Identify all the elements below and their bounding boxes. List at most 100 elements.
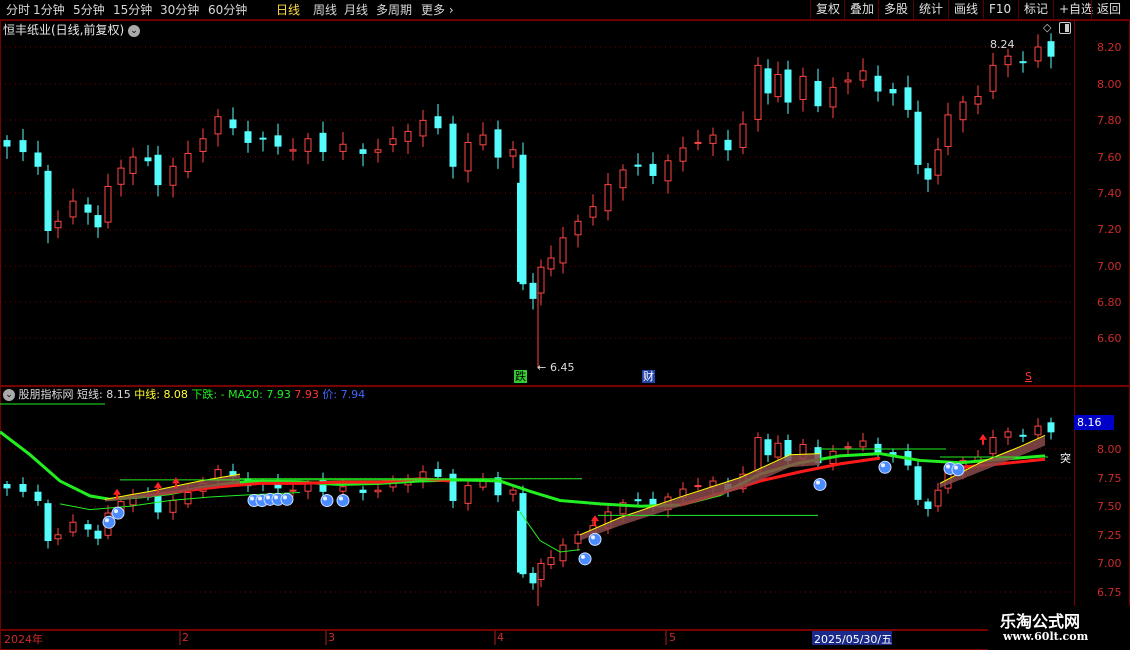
ind-candle-body (389, 482, 397, 488)
toolbar-button-8[interactable]: 返回 (1091, 0, 1126, 20)
ind-candle-body (634, 499, 642, 502)
period-tab-7[interactable]: 周线 (313, 2, 337, 18)
toolbar-button-1[interactable]: 叠加 (844, 0, 879, 20)
main-candle-body (574, 220, 582, 236)
ind-candle-body (724, 483, 732, 491)
ind-candle-body (764, 439, 772, 456)
candlestick-chart[interactable] (0, 0, 1130, 650)
circle-chevron-icon[interactable]: ⌄ (3, 389, 15, 401)
marker-cai[interactable]: 财 (642, 370, 655, 383)
main-y-tick: 7.40 (1097, 187, 1122, 200)
ind-candle-body (649, 498, 657, 507)
main-candle-body (634, 164, 642, 167)
period-tab-9[interactable]: 多周期 (376, 2, 412, 18)
ind-candle-body (117, 501, 125, 513)
period-tab-6[interactable]: 日线 (276, 2, 300, 18)
ind-candle-body (924, 501, 932, 509)
arrow-up-icon (591, 515, 599, 522)
main-candle-body (724, 139, 732, 151)
period-tab-2[interactable]: 5分钟 (73, 2, 105, 18)
blue-ball-icon (578, 552, 592, 566)
mid-label: 中线: (134, 388, 160, 401)
toolbar-button-2[interactable]: 多股 (878, 0, 913, 20)
ind-candle-body (799, 443, 807, 460)
toolbar-button-0[interactable]: 复权 (810, 0, 845, 20)
main-candle-body (904, 87, 912, 110)
period-tab-10[interactable]: 更多 › (421, 2, 454, 18)
ind-candle-body (934, 489, 942, 507)
main-candle-body (3, 140, 11, 147)
main-y-tick: 7.00 (1097, 260, 1122, 273)
ind-candle-body (229, 471, 237, 477)
ind-candle-body (184, 491, 192, 505)
main-candle-body (547, 257, 555, 270)
ind-candle-body (604, 511, 612, 529)
down-value: - (220, 388, 225, 401)
ind-candle-body (464, 485, 472, 504)
main-candle-body (537, 266, 545, 294)
ind-candle-body (829, 450, 837, 465)
period-tab-5[interactable]: 60分钟 (208, 2, 247, 18)
indicator-title[interactable]: ⌄ 股朋指标网 短线: 8.15 中线: 8.08 下跌: - MA20: 7.… (3, 386, 365, 402)
toolbar-button-3[interactable]: 统计 (913, 0, 948, 20)
ind-candle-body (959, 459, 967, 472)
toolbar-button-5[interactable]: F10 (983, 0, 1016, 20)
ind-candle-body (774, 442, 782, 458)
marker-die[interactable]: 跌 (514, 370, 527, 383)
chart-title[interactable]: 恒丰纸业(日线,前复权) ⌄ (3, 21, 141, 38)
blue-ball-icon (943, 461, 957, 475)
blue-ball-highlight (323, 496, 327, 501)
blue-ball-highlight (283, 495, 287, 500)
ind-candle-body (844, 446, 852, 449)
blue-ball-icon (320, 493, 334, 507)
main-candle-body (244, 131, 252, 143)
mid-line (579, 453, 821, 536)
ind-candle-body (509, 489, 517, 495)
watermark-url: www.60lt.com (1003, 630, 1089, 643)
ind-candle-body (619, 502, 627, 515)
period-tab-8[interactable]: 月线 (344, 2, 368, 18)
ind-candle-body (889, 452, 897, 456)
main-candle-body (199, 138, 207, 152)
blue-ball-highlight (339, 496, 343, 501)
indicator-y-tick: 7.50 (1097, 500, 1122, 513)
toolbar-button-6[interactable]: 标记 (1018, 0, 1053, 20)
ma20-value: 7.93 (266, 388, 291, 401)
main-candle-body (1019, 61, 1027, 64)
ind-candle-body (144, 494, 152, 498)
main-candle-body (529, 282, 537, 299)
x-tick: 2024年 (4, 633, 43, 646)
blue-ball-highlight (581, 554, 585, 559)
ind-candle-body (589, 525, 597, 533)
arrow-up-icon (172, 477, 180, 484)
ind-candle-body (944, 467, 952, 489)
main-candle-body (694, 141, 702, 144)
main-candle-body (339, 143, 347, 152)
main-candle-body (814, 81, 822, 107)
main-candle-body (54, 220, 62, 229)
period-tab-4[interactable]: 30分钟 (160, 2, 199, 18)
ind-candle-body (1019, 434, 1027, 437)
period-tab-3[interactable]: 15分钟 (113, 2, 152, 18)
period-tab-1[interactable]: 1分钟 (33, 2, 65, 18)
low-price-arrow: ← (537, 361, 547, 374)
arrow-up-stem (116, 494, 118, 500)
ind-candle-body (449, 473, 457, 501)
ind-candle-body (84, 524, 92, 530)
marker-s[interactable]: S (1025, 370, 1032, 383)
ind-candle-body (1034, 425, 1042, 436)
toolbar-button-4[interactable]: 画线 (948, 0, 983, 20)
diamond-icon[interactable]: ◇ (1043, 21, 1051, 34)
arrow-up-icon (154, 481, 162, 488)
square-icon[interactable] (1059, 22, 1071, 34)
ind-candle-body (914, 466, 922, 500)
main-candle-body (589, 206, 597, 218)
main-candle-body (924, 168, 932, 180)
ind-candle-body (169, 499, 177, 513)
circle-chevron-icon[interactable]: ⌄ (128, 24, 141, 37)
ind-candle-body (574, 534, 582, 544)
period-tab-0[interactable]: 分时 (6, 2, 30, 18)
cursor-date: 2025/05/30/五 (814, 633, 893, 646)
main-candle-body (144, 157, 152, 162)
blue-ball-icon (878, 460, 892, 474)
